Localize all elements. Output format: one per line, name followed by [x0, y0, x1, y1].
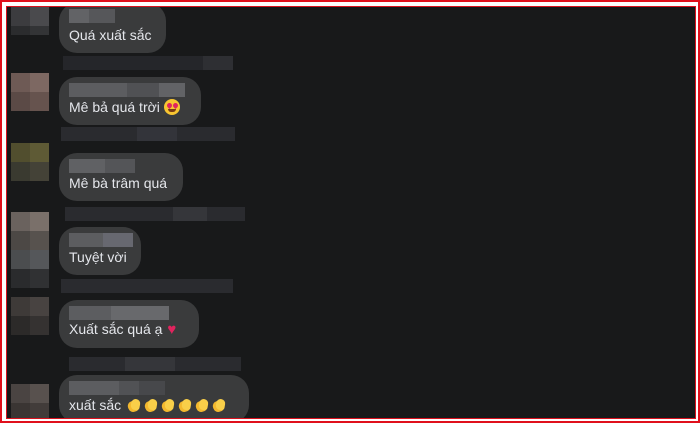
avatar[interactable]	[11, 212, 49, 250]
comment-text: Quá xuất sắc	[69, 27, 152, 43]
clapping-hands-icon	[126, 398, 141, 413]
avatar[interactable]	[11, 73, 49, 111]
comment-text: Mê bà trâm quá	[69, 175, 168, 191]
screenshot-frame: Quá xuất sắc Mê bả quá trời Mê bà trâm q…	[0, 0, 700, 423]
comment-text: Xuất sắc quá ạ ♥	[69, 321, 177, 338]
comment-actions-blurred	[61, 279, 233, 293]
avatar[interactable]	[11, 7, 49, 35]
avatar[interactable]	[11, 143, 49, 181]
comment-text: Tuyệt vời	[69, 249, 127, 265]
comment-actions-blurred	[125, 357, 175, 371]
comment-bubble: xuất sắc	[59, 375, 249, 418]
red-heart-emoji: ♥	[167, 321, 177, 338]
avatar-blurred-extra	[11, 250, 49, 288]
comment-bubble: Quá xuất sắc	[59, 7, 166, 53]
comment-actions-blurred	[203, 56, 233, 70]
clapping-hands-icon	[143, 398, 158, 413]
comment-text: xuất sắc	[69, 396, 226, 414]
clapping-hands-icon	[177, 398, 192, 413]
comment-thread: Quá xuất sắc Mê bả quá trời Mê bà trâm q…	[6, 6, 696, 419]
star-struck-emoji	[163, 99, 180, 115]
comment-actions-blurred	[65, 207, 245, 221]
avatar[interactable]	[11, 297, 49, 335]
comment-bubble: Xuất sắc quá ạ ♥	[59, 300, 199, 348]
avatar[interactable]	[11, 384, 49, 418]
clapping-hands-icon	[160, 398, 175, 413]
comment-actions-blurred	[137, 127, 177, 141]
comment-bubble: Tuyệt vời	[59, 227, 141, 275]
comment-bubble: Mê bà trâm quá	[59, 153, 183, 201]
comment-actions-blurred	[173, 207, 207, 221]
comment-bubble: Mê bả quá trời	[59, 77, 201, 125]
clapping-hands-icon	[211, 398, 226, 413]
clapping-hands-icon	[194, 398, 209, 413]
comment-text: Mê bả quá trời	[69, 98, 180, 116]
